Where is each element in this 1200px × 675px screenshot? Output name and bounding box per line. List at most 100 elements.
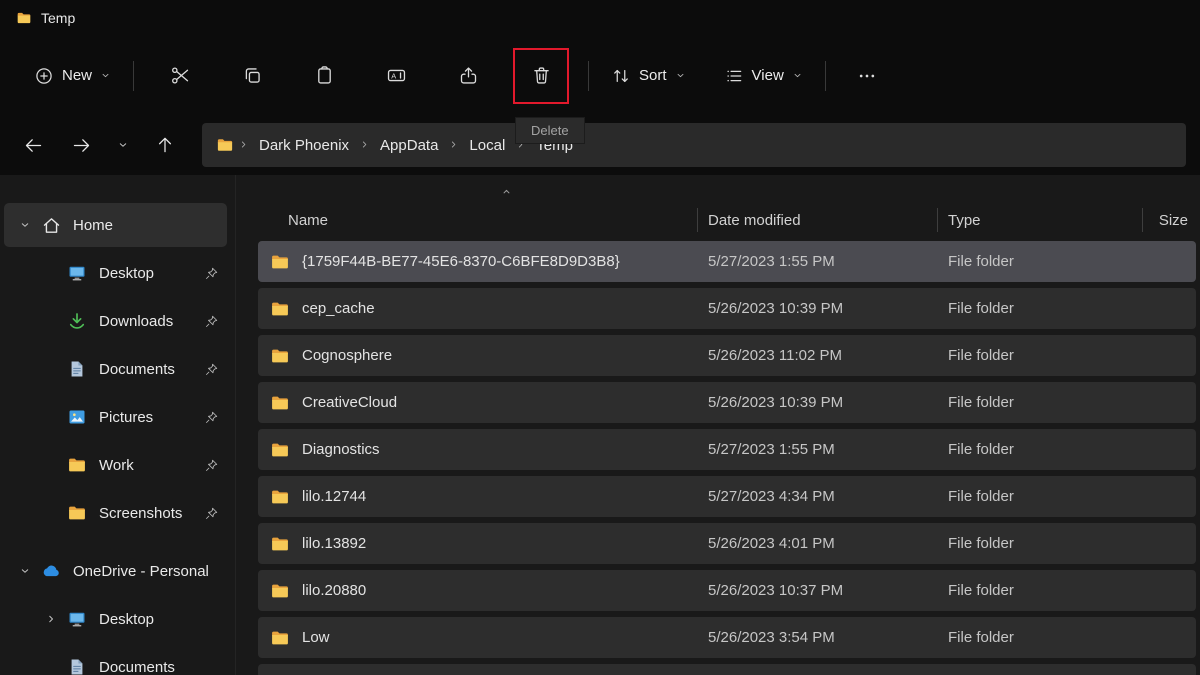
- file-type: File folder: [948, 629, 1153, 646]
- file-name: Cognosphere: [302, 347, 392, 364]
- file-date-modified: 5/26/2023 3:54 PM: [708, 629, 948, 646]
- sort-button-label: Sort: [639, 67, 667, 84]
- rename-button[interactable]: A: [369, 49, 423, 103]
- monitor-icon: [62, 263, 92, 283]
- sidebar-item-label: Pictures: [99, 409, 204, 426]
- file-name-cell: Cognosphere: [258, 346, 708, 366]
- delete-button[interactable]: [515, 50, 567, 102]
- chevron-right-icon[interactable]: [40, 613, 62, 625]
- file-name: CreativeCloud: [302, 394, 397, 411]
- sidebar-item-documents[interactable]: Documents: [4, 347, 227, 391]
- breadcrumb-item[interactable]: Local: [463, 131, 511, 160]
- file-date-modified: 5/26/2023 10:39 PM: [708, 300, 948, 317]
- file-row[interactable]: cep_cache5/26/2023 10:39 PMFile folder: [258, 288, 1196, 329]
- file-name-cell: {1759F44B-BE77-45E6-8370-C6BFE8D9D3B8}: [258, 252, 708, 272]
- sidebar-list: HomeDesktopDownloadsDocumentsPicturesWor…: [0, 203, 235, 675]
- file-row[interactable]: CreativeCloud5/26/2023 10:39 PMFile fold…: [258, 382, 1196, 423]
- chevron-down-icon[interactable]: [14, 219, 36, 231]
- documents-icon: [62, 657, 92, 675]
- breadcrumb-folder-icon: [216, 136, 234, 154]
- more-options-button[interactable]: [845, 49, 889, 103]
- file-row[interactable]: lilo.138925/26/2023 4:01 PMFile folder: [258, 523, 1196, 564]
- file-row[interactable]: Low 5/26/2023 3:54 PMFile folder: [258, 617, 1196, 658]
- command-bar: New A Sort View Delete: [0, 36, 1200, 115]
- cut-button[interactable]: [153, 49, 207, 103]
- sidebar-item-downloads[interactable]: Downloads: [4, 299, 227, 343]
- forward-button[interactable]: [60, 124, 102, 166]
- sidebar-item-screenshots[interactable]: Screenshots: [4, 491, 227, 535]
- file-name-cell: CreativeCloud: [258, 393, 708, 413]
- sidebar-item-label: Work: [99, 457, 204, 474]
- file-name-cell: Diagnostics: [258, 440, 708, 460]
- file-name: Low: [302, 629, 330, 646]
- folder-icon: [270, 534, 290, 554]
- chevron-down-icon: [100, 70, 111, 81]
- breadcrumb-separator-icon: [238, 139, 249, 150]
- window-folder-icon: [16, 10, 32, 26]
- recent-locations-button[interactable]: [108, 124, 138, 166]
- file-date-modified: 5/26/2023 10:37 PM: [708, 582, 948, 599]
- file-type: File folder: [948, 488, 1153, 505]
- chevron-down-icon: [792, 70, 803, 81]
- sort-button[interactable]: Sort: [599, 55, 698, 97]
- sidebar-item-onedrive-personal[interactable]: OneDrive - Personal: [4, 549, 227, 593]
- file-type: File folder: [948, 253, 1153, 270]
- address-bar[interactable]: Dark PhoenixAppDataLocalTemp: [202, 123, 1186, 167]
- plus-circle-icon: [34, 66, 54, 86]
- file-row-partial[interactable]: [258, 664, 1196, 675]
- up-button[interactable]: [144, 124, 186, 166]
- pin-icon: [204, 314, 219, 329]
- folder-icon: [270, 440, 290, 460]
- sidebar-item-home[interactable]: Home: [4, 203, 227, 247]
- window-title: Temp: [41, 10, 75, 26]
- sort-icon: [611, 66, 631, 86]
- file-row[interactable]: {1759F44B-BE77-45E6-8370-C6BFE8D9D3B8}5/…: [258, 241, 1196, 282]
- folder-icon: [270, 393, 290, 413]
- sidebar-item-label: Desktop: [99, 265, 204, 282]
- folder-icon: [62, 455, 92, 475]
- file-list: Name Date modified Type Size {1759F44B-B…: [236, 175, 1200, 675]
- view-icon: [724, 66, 744, 86]
- file-date-modified: 5/27/2023 4:34 PM: [708, 488, 948, 505]
- content-area: HomeDesktopDownloadsDocumentsPicturesWor…: [0, 175, 1200, 675]
- share-button[interactable]: [441, 49, 495, 103]
- file-row[interactable]: lilo.208805/26/2023 10:37 PMFile folder: [258, 570, 1196, 611]
- copy-button[interactable]: [225, 49, 279, 103]
- paste-button[interactable]: [297, 49, 351, 103]
- column-header-type[interactable]: Type: [948, 212, 1153, 229]
- column-header-date-modified[interactable]: Date modified: [708, 212, 948, 229]
- file-name: {1759F44B-BE77-45E6-8370-C6BFE8D9D3B8}: [302, 253, 620, 270]
- file-type: File folder: [948, 441, 1153, 458]
- cloud-icon: [36, 560, 66, 582]
- chevron-down-icon[interactable]: [14, 565, 36, 577]
- folder-icon: [62, 503, 92, 523]
- trash-icon: [531, 65, 552, 86]
- new-button[interactable]: New: [22, 55, 123, 97]
- file-row[interactable]: lilo.127445/27/2023 4:34 PMFile folder: [258, 476, 1196, 517]
- back-button[interactable]: [12, 124, 54, 166]
- folder-icon: [270, 346, 290, 366]
- sidebar-item-pictures[interactable]: Pictures: [4, 395, 227, 439]
- navigation-bar: Dark PhoenixAppDataLocalTemp: [0, 115, 1200, 175]
- file-name-cell: lilo.12744: [258, 487, 708, 507]
- sidebar-item-desktop[interactable]: Desktop: [4, 251, 227, 295]
- sidebar-item-work[interactable]: Work: [4, 443, 227, 487]
- file-list-rows: {1759F44B-BE77-45E6-8370-C6BFE8D9D3B8} 5/…: [258, 241, 1200, 675]
- view-button[interactable]: View: [712, 55, 815, 97]
- breadcrumb-item[interactable]: AppData: [374, 131, 444, 160]
- sidebar-item-onedrive-documents[interactable]: Documents: [4, 645, 227, 675]
- scissors-icon: [170, 65, 191, 86]
- file-row[interactable]: Cognosphere5/26/2023 11:02 PMFile folder: [258, 335, 1196, 376]
- column-header-name[interactable]: Name: [258, 212, 708, 229]
- view-button-label: View: [752, 67, 784, 84]
- breadcrumb-item[interactable]: Dark Phoenix: [253, 131, 355, 160]
- file-name-cell: lilo.20880: [258, 581, 708, 601]
- sidebar-item-label: Desktop: [99, 611, 227, 628]
- column-header-size[interactable]: Size: [1153, 212, 1200, 229]
- file-row[interactable]: Diagnostics5/27/2023 1:55 PMFile folder: [258, 429, 1196, 470]
- file-name: cep_cache: [302, 300, 375, 317]
- folder-icon: [270, 299, 290, 319]
- sidebar-item-onedrive-desktop[interactable]: Desktop: [4, 597, 227, 641]
- folder-icon: [270, 252, 290, 272]
- paste-icon: [314, 65, 335, 86]
